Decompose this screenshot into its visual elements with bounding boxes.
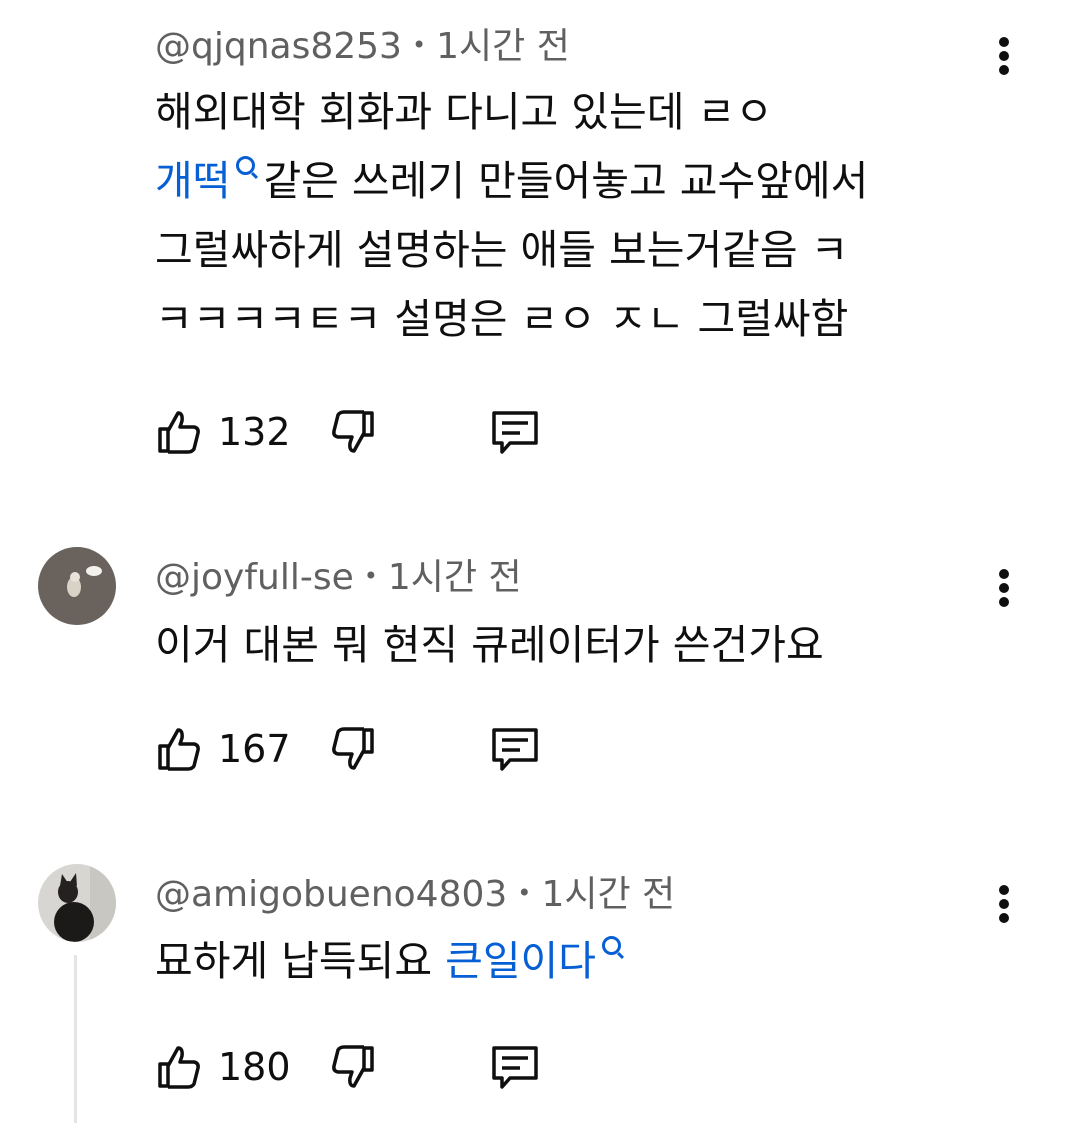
thumbs-down-icon[interactable] [328,405,382,459]
more-vertical-icon[interactable] [986,566,1022,614]
comment-actions: 132 [150,405,570,465]
more-vertical-icon[interactable] [986,34,1022,82]
comment-author-handle[interactable]: @joyfull-se [155,557,354,598]
more-vertical-icon[interactable] [986,882,1022,930]
search-icon[interactable] [236,156,256,175]
avatar[interactable] [38,864,116,942]
comment-timestamp[interactable]: 1시간 전 [388,557,522,598]
thread-line [74,955,77,1123]
reply-comment-icon[interactable] [488,1040,542,1094]
like-count: 132 [218,410,291,454]
comment-line: 해외대학 회화과 다니고 있는데 ㄹㅇ [155,88,773,136]
comment-text: 해외대학 회화과 다니고 있는데 ㄹㅇ 개떡 같은 쓰레기 만들어놓고 교수앞에서… [155,78,995,354]
thumbs-down-icon[interactable] [328,1040,382,1094]
comment-line: 그럴싸하게 설명하는 애들 보는거같음 ㅋ [155,226,849,274]
avatar[interactable] [38,547,116,625]
reply-comment-icon[interactable] [488,722,542,776]
comment-author-handle[interactable]: @amigobueno4803 [155,874,507,915]
comment-meta: @amigobueno4803 • 1시간 전 [155,873,675,920]
like-count: 167 [218,727,291,771]
reply-comment-icon[interactable] [488,405,542,459]
comment-line: 이거 대본 뭐 현직 큐레이터가 쓴건가요 [155,621,824,669]
thumbs-up-icon[interactable] [150,405,204,459]
comment-actions: 167 [150,722,570,782]
thumbs-up-icon[interactable] [150,1040,204,1094]
separator-dot: • [411,31,427,59]
search-icon[interactable] [602,936,621,955]
separator-dot: • [517,879,532,907]
comment-line-text: 같은 쓰레기 만들어놓고 교수앞에서 [263,157,869,205]
avatar-image [38,864,116,942]
like-count: 180 [218,1045,291,1089]
comment-meta: @qjqnas8253 • 1시간 전 [155,25,570,72]
thumbs-down-icon[interactable] [328,722,382,776]
thumbs-up-icon[interactable] [150,722,204,776]
comment-timestamp[interactable]: 1시간 전 [541,874,675,915]
comment-line: ㅋㅋㅋㅋㅌㅋ 설명은 ㄹㅇ ㅈㄴ 그럴싸함 [155,295,849,343]
comment-line: 개떡 같은 쓰레기 만들어놓고 교수앞에서 [155,147,995,216]
comment-timestamp[interactable]: 1시간 전 [436,26,570,67]
comment-author-handle[interactable]: @qjqnas8253 [155,26,402,67]
avatar-image [38,547,116,625]
comment-line: 묘하게 납득되요 큰일이다 [155,927,995,996]
comment-line-text: 묘하게 납득되요 [155,937,446,985]
comment-text: 묘하게 납득되요 큰일이다 [155,927,995,996]
comment-text: 이거 대본 뭐 현직 큐레이터가 쓴건가요 [155,611,995,680]
search-link[interactable]: 개떡 [155,157,230,205]
separator-dot: • [363,562,378,590]
comment-meta: @joyfull-se • 1시간 전 [155,556,522,603]
search-link[interactable]: 큰일이다 [445,937,596,985]
comment-actions: 180 [150,1040,570,1100]
